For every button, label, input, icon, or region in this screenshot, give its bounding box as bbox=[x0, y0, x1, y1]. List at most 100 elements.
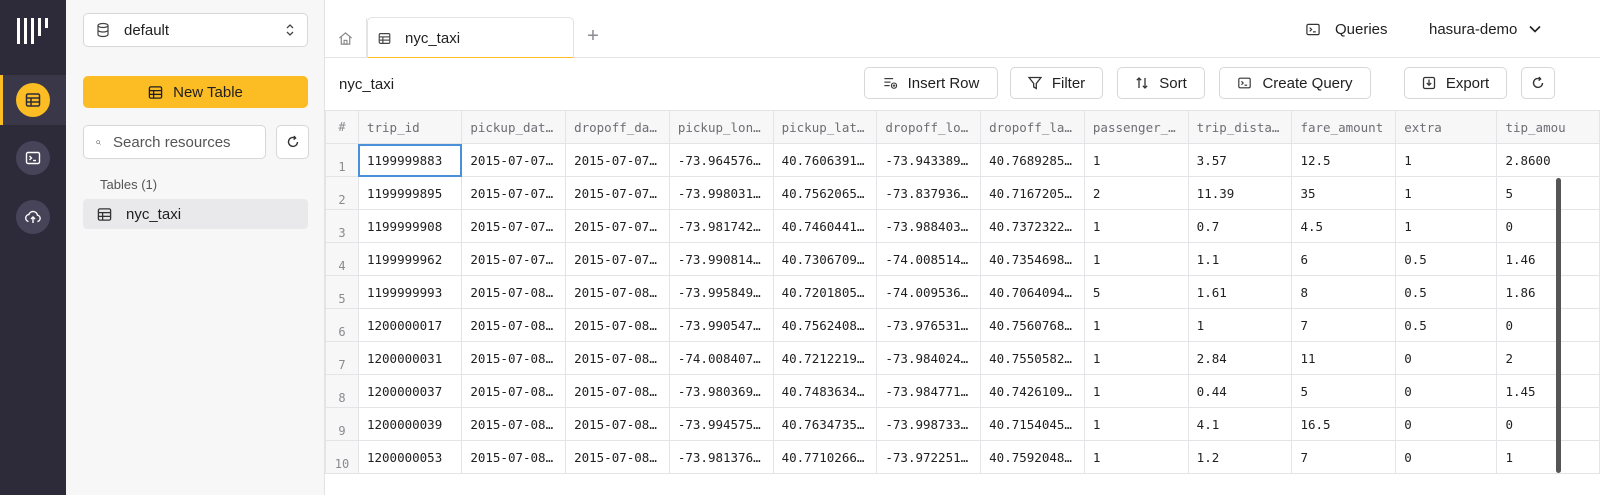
table-cell[interactable]: -73.984771… bbox=[876, 374, 982, 408]
table-cell[interactable]: 1199999962 bbox=[357, 242, 463, 276]
table-cell[interactable]: 2015-07-08… bbox=[565, 374, 670, 408]
table-cell[interactable]: 2015-07-07… bbox=[565, 143, 670, 177]
table-cell[interactable]: 0 bbox=[1496, 407, 1600, 441]
column-header[interactable]: dropoff_la… bbox=[980, 110, 1085, 144]
table-cell[interactable]: 1.2 bbox=[1187, 440, 1293, 474]
reload-button[interactable] bbox=[1521, 67, 1555, 99]
table-cell[interactable]: 7 bbox=[1291, 440, 1397, 474]
table-cell[interactable]: 0.7 bbox=[1187, 209, 1293, 243]
table-cell[interactable]: 1200000039 bbox=[357, 407, 463, 441]
table-cell[interactable]: 1199999908 bbox=[357, 209, 463, 243]
table-cell[interactable]: -74.009536… bbox=[876, 275, 982, 309]
table-cell[interactable]: -73.837936… bbox=[876, 176, 982, 210]
table-cell[interactable]: 40.7167205… bbox=[980, 176, 1085, 210]
table-cell[interactable]: 0 bbox=[1395, 374, 1498, 408]
table-cell[interactable]: 1 bbox=[1083, 374, 1189, 408]
table-row[interactable]: 6 1200000017 2015-07-08… 2015-07-08… -73.990… bbox=[325, 308, 1600, 342]
table-cell[interactable]: 40.7560768… bbox=[980, 308, 1085, 342]
table-cell[interactable]: 5 bbox=[1496, 176, 1600, 210]
insert-row-button[interactable]: Insert Row bbox=[864, 67, 998, 99]
table-cell[interactable]: -74.008407… bbox=[668, 341, 774, 375]
rail-data-manager[interactable] bbox=[0, 75, 66, 125]
table-cell[interactable]: -73.998031… bbox=[668, 176, 774, 210]
table-cell[interactable]: 6 bbox=[1291, 242, 1397, 276]
table-cell[interactable]: 40.7201805… bbox=[772, 275, 878, 309]
column-header[interactable]: trip_dista… bbox=[1187, 110, 1293, 144]
table-row[interactable]: 3 1199999908 2015-07-07… 2015-07-07… -73.981… bbox=[325, 209, 1600, 243]
vertical-scrollbar[interactable] bbox=[1556, 178, 1561, 473]
table-cell[interactable]: 2015-07-08… bbox=[565, 275, 670, 309]
table-cell[interactable]: 2015-07-08… bbox=[565, 440, 670, 474]
export-button[interactable]: Export bbox=[1404, 67, 1507, 99]
search-input[interactable] bbox=[113, 133, 253, 151]
table-cell[interactable]: 2.84 bbox=[1187, 341, 1293, 375]
table-cell[interactable]: 4.5 bbox=[1291, 209, 1397, 243]
table-cell[interactable]: -73.980369… bbox=[668, 374, 774, 408]
table-cell[interactable]: 1200000031 bbox=[357, 341, 463, 375]
table-cell[interactable]: -73.972251… bbox=[876, 440, 982, 474]
table-cell[interactable]: 2015-07-08… bbox=[461, 440, 567, 474]
table-cell[interactable]: 1 bbox=[1083, 143, 1189, 177]
column-header[interactable]: passenger_… bbox=[1083, 110, 1189, 144]
table-cell[interactable]: 1199999883 bbox=[357, 143, 463, 177]
table-cell[interactable]: 1 bbox=[1395, 209, 1498, 243]
table-cell[interactable]: 1 bbox=[1083, 341, 1189, 375]
table-cell[interactable]: -73.943389… bbox=[876, 143, 982, 177]
table-cell[interactable]: 40.7306709… bbox=[772, 242, 878, 276]
column-header[interactable]: pickup_lat… bbox=[772, 110, 878, 144]
table-row[interactable]: 7 1200000031 2015-07-08… 2015-07-08… -74.008… bbox=[325, 341, 1600, 375]
table-row[interactable]: 10 1200000053 2015-07-08… 2015-07-08… -73.98… bbox=[325, 440, 1600, 474]
table-cell[interactable]: 40.7592048… bbox=[980, 440, 1085, 474]
table-row[interactable]: 9 1200000039 2015-07-08… 2015-07-08… -73.994… bbox=[325, 407, 1600, 441]
table-cell[interactable]: 11.39 bbox=[1187, 176, 1293, 210]
table-cell[interactable]: -73.984024… bbox=[876, 341, 982, 375]
table-cell[interactable]: 2015-07-07… bbox=[461, 143, 567, 177]
queries-button[interactable]: Queries bbox=[1305, 16, 1388, 42]
column-header[interactable]: pickup_lon… bbox=[668, 110, 774, 144]
table-cell[interactable]: 2015-07-08… bbox=[461, 407, 567, 441]
table-cell[interactable]: 1.1 bbox=[1187, 242, 1293, 276]
column-header[interactable]: fare_amount bbox=[1291, 110, 1397, 144]
column-header[interactable]: tip_amou bbox=[1496, 110, 1600, 144]
table-cell[interactable]: 1.86 bbox=[1496, 275, 1600, 309]
table-row[interactable]: 4 1199999962 2015-07-07… 2015-07-07… -73.990… bbox=[325, 242, 1600, 276]
table-cell[interactable]: 40.7606391… bbox=[772, 143, 878, 177]
table-cell[interactable]: 40.7460441… bbox=[772, 209, 878, 243]
table-cell[interactable]: 1 bbox=[1395, 143, 1498, 177]
table-cell[interactable]: -73.990547… bbox=[668, 308, 774, 342]
home-tab[interactable] bbox=[325, 18, 367, 58]
table-cell[interactable]: 2015-07-07… bbox=[565, 176, 670, 210]
table-cell[interactable]: -73.981742… bbox=[668, 209, 774, 243]
table-cell[interactable]: 40.7426109… bbox=[980, 374, 1085, 408]
table-cell[interactable]: 2015-07-07… bbox=[461, 242, 567, 276]
table-cell[interactable]: 1 bbox=[1083, 407, 1189, 441]
table-cell[interactable]: -74.008514… bbox=[876, 242, 982, 276]
table-cell[interactable]: 40.7212219… bbox=[772, 341, 878, 375]
table-cell[interactable]: 12.5 bbox=[1291, 143, 1397, 177]
table-cell[interactable]: -73.995849… bbox=[668, 275, 774, 309]
table-cell[interactable]: 0 bbox=[1395, 440, 1498, 474]
table-cell[interactable]: -73.990814… bbox=[668, 242, 774, 276]
add-tab-button[interactable]: + bbox=[583, 24, 603, 48]
sidebar-item-nyc-taxi[interactable]: nyc_taxi bbox=[83, 199, 308, 229]
create-query-button[interactable]: Create Query bbox=[1219, 67, 1371, 99]
table-cell[interactable]: 2 bbox=[1496, 341, 1600, 375]
table-row[interactable]: 5 1199999993 2015-07-08… 2015-07-08… -73.995… bbox=[325, 275, 1600, 309]
table-cell[interactable]: 2015-07-07… bbox=[565, 242, 670, 276]
table-cell[interactable]: 1 bbox=[1187, 308, 1293, 342]
table-cell[interactable]: 0.5 bbox=[1395, 275, 1498, 309]
table-cell[interactable]: 1199999895 bbox=[357, 176, 463, 210]
column-header[interactable]: pickup_dat… bbox=[461, 110, 567, 144]
column-header[interactable]: trip_id bbox=[357, 110, 463, 144]
table-cell[interactable]: 1.46 bbox=[1496, 242, 1600, 276]
table-cell[interactable]: 0 bbox=[1496, 209, 1600, 243]
table-cell[interactable]: 4.1 bbox=[1187, 407, 1293, 441]
table-cell[interactable]: -73.988403… bbox=[876, 209, 982, 243]
table-row[interactable]: 8 1200000037 2015-07-08… 2015-07-08… -73.980… bbox=[325, 374, 1600, 408]
table-cell[interactable]: -73.964576… bbox=[668, 143, 774, 177]
table-cell[interactable]: 1200000017 bbox=[357, 308, 463, 342]
table-cell[interactable]: 40.7550582… bbox=[980, 341, 1085, 375]
table-cell[interactable]: 40.7634735… bbox=[772, 407, 878, 441]
table-cell[interactable]: 40.7689285… bbox=[980, 143, 1085, 177]
table-cell[interactable]: 2015-07-08… bbox=[461, 374, 567, 408]
